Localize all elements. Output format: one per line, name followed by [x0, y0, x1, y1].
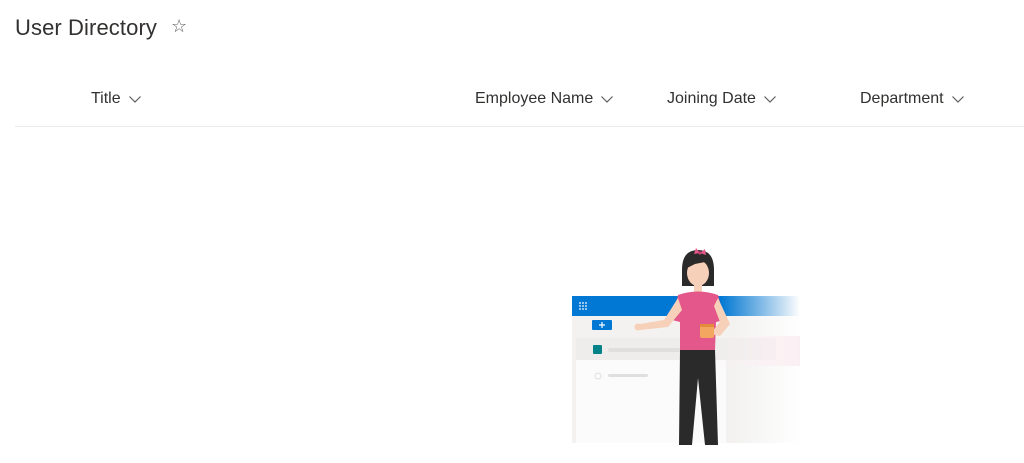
chevron-down-icon [601, 96, 614, 103]
column-header-label: Employee Name [475, 90, 594, 107]
column-header-employee-name[interactable]: Employee Name [475, 88, 614, 110]
page: User Directory ☆ Title Employee Name Joi… [0, 0, 1024, 463]
column-header-label: Joining Date [667, 90, 756, 107]
mock-row-line [608, 348, 688, 352]
chevron-down-icon [128, 96, 141, 103]
empty-list-illustration [572, 248, 802, 445]
chevron-down-icon [764, 96, 776, 103]
star-outline-icon[interactable]: ☆ [171, 17, 187, 35]
column-header-label: Title [91, 90, 121, 107]
title-row: User Directory ☆ [15, 14, 187, 42]
chevron-down-icon [951, 96, 964, 103]
mock-row-marker [593, 345, 602, 354]
waffle-icon [579, 302, 587, 310]
column-header-title[interactable]: Title [91, 88, 142, 110]
column-header-row: Title Employee Name Joining Date Departm… [15, 80, 1024, 127]
column-header-department[interactable]: Department [860, 88, 965, 110]
mock-row-line-2 [608, 374, 648, 377]
column-header-label: Department [860, 90, 944, 107]
page-title: User Directory [15, 15, 157, 40]
pink-fade [710, 336, 800, 366]
column-header-joining-date[interactable]: Joining Date [667, 88, 777, 110]
